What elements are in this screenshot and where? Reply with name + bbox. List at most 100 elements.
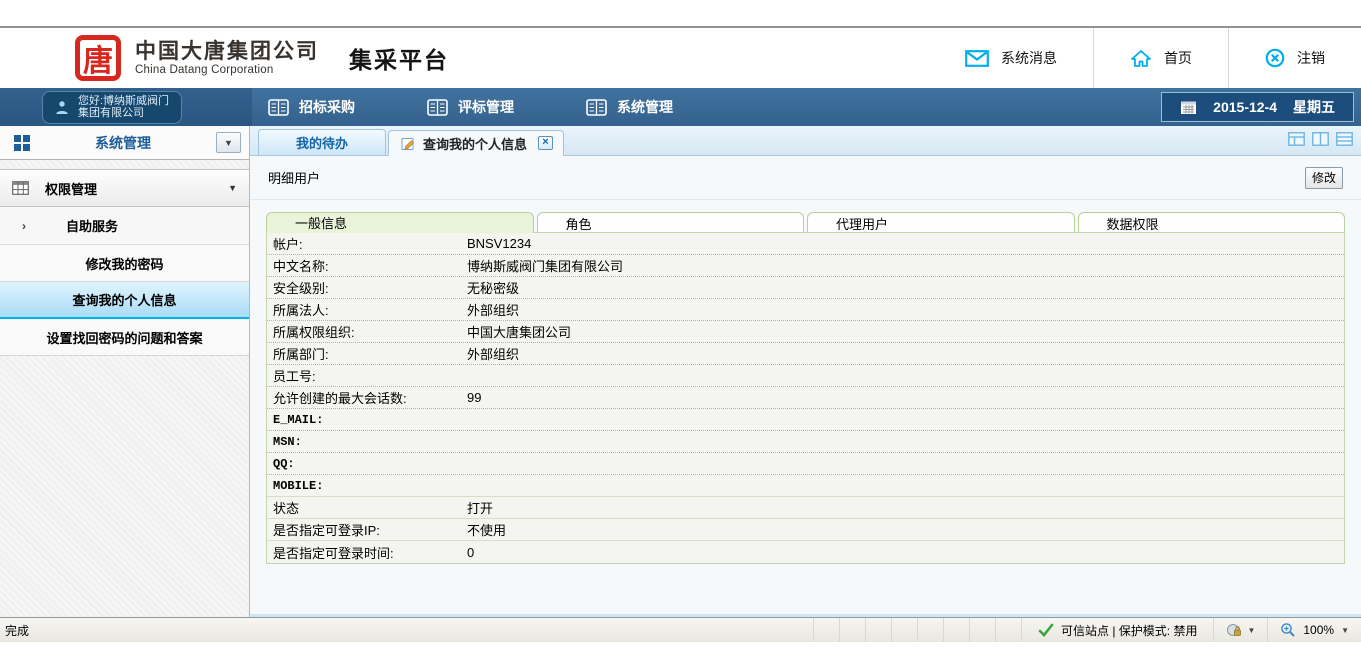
detail-tabs: 一般信息 角色 代理用户 数据权限 bbox=[266, 212, 1345, 233]
general-info-form: 帐户: BNSV1234 中文名称: 博纳斯威阀门集团有限公司 安全级别: bbox=[266, 232, 1345, 564]
page-header: 唐 中国大唐集团公司 China Datang Corporation 集采平台… bbox=[0, 28, 1361, 88]
field-row: 所属部门: 外部组织 bbox=[267, 343, 1344, 365]
chevron-down-icon: ▼ bbox=[228, 183, 237, 193]
detail-tab-label: 一般信息 bbox=[295, 213, 347, 232]
application-window: 唐 中国大唐集团公司 China Datang Corporation 集采平台… bbox=[0, 0, 1361, 661]
field-value: BNSV1234 bbox=[467, 236, 531, 251]
layout-switcher bbox=[1288, 132, 1353, 146]
sidebar-subgroup-label: 自助服务 bbox=[66, 216, 118, 235]
field-label: 是否指定可登录时间: bbox=[267, 543, 467, 562]
date-display: 2015-12-4 星期五 bbox=[1161, 92, 1354, 122]
field-row: 员工号: bbox=[267, 365, 1344, 387]
field-value: 博纳斯威阀门集团有限公司 bbox=[467, 256, 623, 275]
sidebar-menu-item[interactable]: 设置找回密码的问题和答案 bbox=[0, 319, 249, 356]
sidebar-items: 修改我的密码 查询我的个人信息 设置找回密码的问题和答案 bbox=[0, 245, 249, 356]
modify-button[interactable]: 修改 bbox=[1305, 167, 1343, 189]
sidebar-item-self-service[interactable]: › 自助服务 bbox=[0, 207, 249, 245]
field-value: 中国大唐集团公司 bbox=[467, 322, 571, 341]
field-row: 状态 打开 bbox=[267, 497, 1344, 519]
field-row: 所属法人: 外部组织 bbox=[267, 299, 1344, 321]
nav-menus: 招标采购 评标管理 bbox=[268, 97, 745, 117]
user-greeting[interactable]: 您好:博纳斯威阀门 集团有限公司 bbox=[42, 91, 182, 124]
field-label: 所属部门: bbox=[267, 344, 467, 363]
detail-tab-label: 数据权限 bbox=[1107, 214, 1159, 233]
statusbar-cell bbox=[839, 618, 865, 642]
detail-tab[interactable]: 代理用户 bbox=[807, 212, 1075, 233]
open-book-icon bbox=[268, 99, 289, 116]
detail-tab[interactable]: 一般信息 bbox=[266, 212, 534, 233]
sidebar-menu-item[interactable]: 修改我的密码 bbox=[0, 245, 249, 282]
field-label: 是否指定可登录IP: bbox=[267, 520, 467, 539]
greeting-text: 您好:博纳斯威阀门 集团有限公司 bbox=[78, 95, 169, 120]
security-zone-text: 可信站点 | 保护模式: 禁用 bbox=[1061, 622, 1197, 639]
zone-lock-icon bbox=[1226, 623, 1242, 637]
mail-icon bbox=[965, 50, 989, 67]
field-label: 员工号: bbox=[267, 366, 467, 385]
field-row: QQ: bbox=[267, 453, 1344, 475]
workspace-tabstrip: 我的待办 查询我的个人信息 × bbox=[250, 126, 1361, 156]
sidebar-menu-item[interactable]: 查询我的个人信息 bbox=[0, 282, 249, 319]
logout-icon bbox=[1265, 48, 1285, 68]
sidebar-group-permissions[interactable]: 权限管理 ▼ bbox=[0, 169, 249, 207]
sidebar-collapse-button[interactable]: ▼ bbox=[216, 132, 241, 153]
main-area: 我的待办 查询我的个人信息 × bbox=[250, 126, 1361, 617]
sidebar-item-label: 修改我的密码 bbox=[85, 254, 163, 273]
logout-label: 注销 bbox=[1297, 48, 1325, 68]
nav-menu-item[interactable]: 招标采购 bbox=[268, 97, 355, 117]
field-label: 状态 bbox=[267, 498, 467, 517]
field-row: 所属权限组织: 中国大唐集团公司 bbox=[267, 321, 1344, 343]
logout-link[interactable]: 注销 bbox=[1228, 28, 1361, 88]
detail-tab[interactable]: 角色 bbox=[537, 212, 805, 233]
company-name-en: China Datang Corporation bbox=[135, 64, 319, 76]
layout-columns-icon[interactable] bbox=[1312, 132, 1329, 146]
header-links: 系统消息 首页 注销 bbox=[929, 28, 1361, 88]
nav-menu-item[interactable]: 评标管理 bbox=[427, 97, 514, 117]
open-book-icon bbox=[427, 99, 448, 116]
sidebar-group-label: 权限管理 bbox=[45, 179, 97, 198]
current-date: 2015-12-4 bbox=[1213, 99, 1277, 115]
user-detail-panel: 一般信息 角色 代理用户 数据权限 bbox=[250, 200, 1361, 564]
nav-menu-label: 评标管理 bbox=[458, 97, 514, 117]
statusbar-cell bbox=[813, 618, 839, 642]
home-link[interactable]: 首页 bbox=[1093, 28, 1228, 88]
statusbar-cell bbox=[969, 618, 995, 642]
tab-my-todo[interactable]: 我的待办 bbox=[258, 129, 386, 155]
detail-tab[interactable]: 数据权限 bbox=[1078, 212, 1346, 233]
current-weekday: 星期五 bbox=[1293, 97, 1335, 117]
bottom-margin bbox=[0, 642, 1361, 659]
field-value: 外部组织 bbox=[467, 344, 519, 363]
zone-settings-control[interactable]: ▼ bbox=[1213, 618, 1267, 642]
field-value: 无秘密级 bbox=[467, 278, 519, 297]
field-label: 帐户: bbox=[267, 234, 467, 253]
datang-logo: 唐 bbox=[75, 35, 121, 81]
sidebar-item-label: 查询我的个人信息 bbox=[72, 290, 176, 309]
security-zone-status: 可信站点 | 保护模式: 禁用 bbox=[1021, 618, 1213, 642]
field-row: MSN: bbox=[267, 431, 1344, 453]
statusbar-cell bbox=[891, 618, 917, 642]
field-row: 中文名称: 博纳斯威阀门集团有限公司 bbox=[267, 255, 1344, 277]
layout-mixed-icon[interactable] bbox=[1288, 132, 1305, 146]
tab-my-todo-label: 我的待办 bbox=[296, 133, 348, 152]
field-value: 0 bbox=[467, 545, 474, 560]
status-text: 完成 bbox=[0, 622, 29, 639]
field-value: 打开 bbox=[467, 498, 493, 517]
tab-query-personal-info[interactable]: 查询我的个人信息 × bbox=[388, 130, 564, 156]
platform-title: 集采平台 bbox=[349, 41, 449, 75]
home-label: 首页 bbox=[1164, 48, 1192, 68]
navbar-left-panel: 您好:博纳斯威阀门 集团有限公司 bbox=[0, 88, 252, 126]
greeting-line2: 集团有限公司 bbox=[78, 107, 169, 120]
field-row: MOBILE: bbox=[267, 475, 1344, 497]
nav-menu-item[interactable]: 系统管理 bbox=[586, 97, 673, 117]
zoom-control[interactable]: 100% ▼ bbox=[1267, 618, 1361, 642]
layout-rows-icon[interactable] bbox=[1336, 132, 1353, 146]
tab-query-personal-info-label: 查询我的个人信息 bbox=[423, 134, 527, 153]
detail-tab-label: 角色 bbox=[566, 214, 592, 233]
statusbar-cell bbox=[865, 618, 891, 642]
statusbar-cell bbox=[943, 618, 969, 642]
system-messages-link[interactable]: 系统消息 bbox=[929, 28, 1093, 88]
page-title: 明细用户 bbox=[268, 168, 320, 187]
open-book-icon bbox=[586, 99, 607, 116]
sidebar-header-label: 系统管理 bbox=[30, 133, 216, 153]
tab-close-icon[interactable]: × bbox=[538, 136, 553, 150]
greeting-line1: 您好:博纳斯威阀门 bbox=[78, 95, 169, 108]
